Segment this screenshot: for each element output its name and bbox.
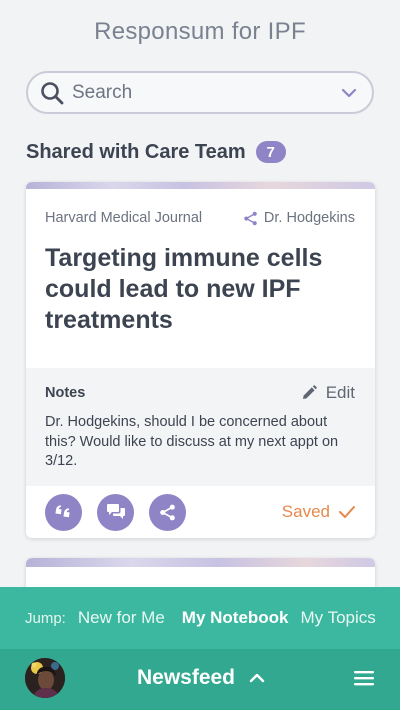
jump-my-notebook[interactable]: My Notebook xyxy=(182,608,289,628)
chat-bubbles-icon xyxy=(106,504,125,519)
share-icon xyxy=(160,504,175,520)
jump-bar: Jump: New for Me My Notebook My Topics xyxy=(0,587,400,649)
newsfeed-toggle[interactable]: Newsfeed xyxy=(0,666,400,690)
share-button[interactable] xyxy=(149,493,186,531)
quote-button[interactable] xyxy=(45,493,82,531)
shared-by-name: Dr. Hodgekins xyxy=(263,210,355,226)
search-input[interactable]: Search xyxy=(72,82,340,104)
pencil-icon xyxy=(302,385,317,399)
card-image-strip xyxy=(26,558,375,567)
article-card[interactable]: Harvard Medical Journal Dr. Hodgekins Ta… xyxy=(26,182,375,538)
notes-label: Notes xyxy=(45,385,86,401)
notes-text: Dr. Hodgekins, should I be concerned abo… xyxy=(45,414,339,469)
bottom-bar: Newsfeed xyxy=(0,649,400,710)
notes-section: Notes Edit Dr. Hodgekins, should I be co… xyxy=(26,368,375,486)
section-title: Shared with Care Team xyxy=(26,140,246,163)
checkmark-icon xyxy=(339,506,355,518)
section-header: Shared with Care Team 7 xyxy=(26,139,286,165)
card-image-strip xyxy=(26,182,375,189)
search-bar[interactable]: Search xyxy=(26,71,374,114)
chevron-down-icon[interactable] xyxy=(340,84,358,102)
article-source: Harvard Medical Journal xyxy=(45,210,203,226)
edit-label: Edit xyxy=(325,383,355,402)
saved-status[interactable]: Saved xyxy=(282,502,356,522)
app-title: Responsum for IPF xyxy=(94,18,306,45)
menu-icon[interactable] xyxy=(354,670,374,691)
saved-label: Saved xyxy=(281,502,330,521)
count-badge: 7 xyxy=(255,141,286,163)
chevron-up-icon xyxy=(249,673,265,683)
jump-label: Jump: xyxy=(25,609,66,627)
comment-button[interactable] xyxy=(97,493,134,531)
jump-my-topics[interactable]: My Topics xyxy=(301,608,376,628)
article-headline[interactable]: Targeting immune cells could lead to new… xyxy=(26,243,375,336)
search-icon xyxy=(40,80,66,106)
share-icon xyxy=(244,211,257,225)
shared-by[interactable]: Dr. Hodgekins xyxy=(243,210,355,226)
newsfeed-label: Newsfeed xyxy=(136,666,236,689)
card-actions: Saved xyxy=(26,486,375,538)
edit-button[interactable]: Edit xyxy=(301,383,355,403)
jump-new-for-me[interactable]: New for Me xyxy=(78,608,165,628)
quote-icon xyxy=(54,505,70,518)
